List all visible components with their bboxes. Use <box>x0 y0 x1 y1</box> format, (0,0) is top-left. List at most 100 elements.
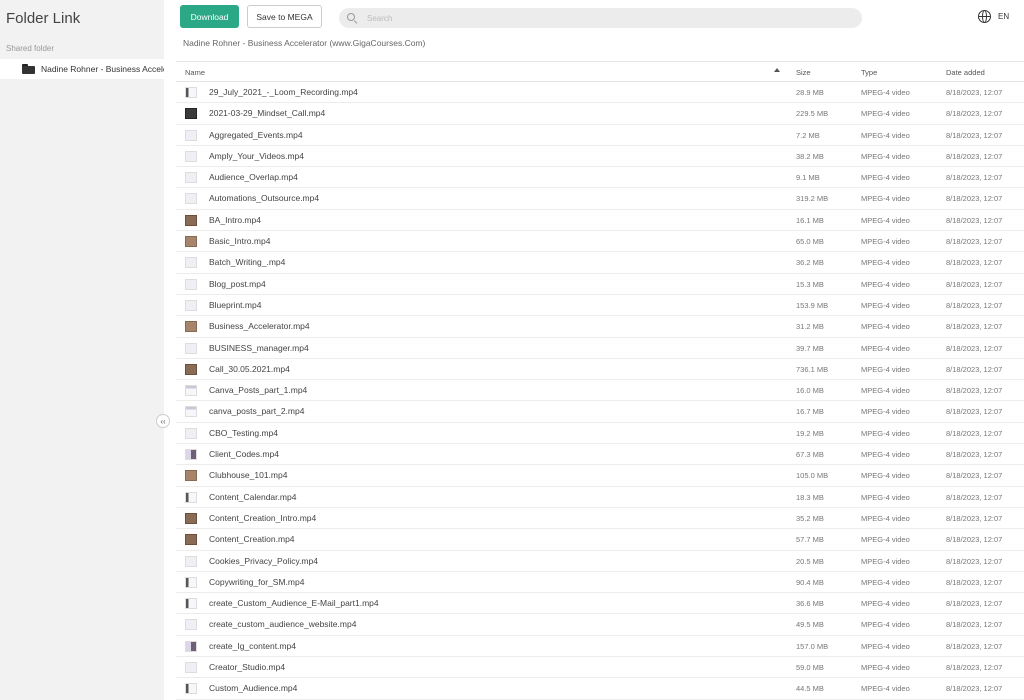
file-name: Aggregated_Events.mp4 <box>209 129 303 140</box>
video-thumbnail-icon <box>185 576 197 588</box>
video-thumbnail-icon <box>185 385 197 397</box>
table-row[interactable]: Audience_Overlap.mp4 9.1 MB MPEG-4 video 8/… <box>176 167 1024 189</box>
file-size: 44.5 MB <box>796 684 824 694</box>
sidebar-item-shared-folder[interactable]: Nadine Rohner - Business Accelerator (ww… <box>0 59 164 79</box>
table-row[interactable]: Batch_Writing_.mp4 36.2 MB MPEG-4 video 8/1… <box>176 252 1024 274</box>
video-thumbnail-icon <box>185 214 197 226</box>
file-size: 9.1 MB <box>796 173 820 183</box>
file-name: create_custom_audience_website.mp4 <box>209 619 357 630</box>
table-row[interactable]: Cookies_Privacy_Policy.mp4 20.5 MB MPEG-4 … <box>176 551 1024 572</box>
table-row[interactable]: Creator_Studio.mp4 59.0 MB MPEG-4 video 8/1… <box>176 657 1024 679</box>
file-date-added: 8/18/2023, 12:07 <box>946 109 1003 119</box>
file-size: 7.2 MB <box>796 130 820 140</box>
file-type: MPEG-4 video <box>861 88 910 97</box>
video-thumbnail-icon <box>185 619 197 631</box>
table-row[interactable]: Blueprint.mp4 153.9 MB MPEG-4 video 8/18/20… <box>176 295 1024 317</box>
search-bar[interactable] <box>339 8 862 28</box>
file-date-added: 8/18/2023, 12:07 <box>946 620 1003 630</box>
table-row[interactable]: Amply_Your_Videos.mp4 38.2 MB MPEG-4 video… <box>176 146 1024 168</box>
file-type: MPEG-4 video <box>861 450 910 460</box>
file-date-added: 8/18/2023, 12:07 <box>946 173 1003 183</box>
file-name: Clubhouse_101.mp4 <box>209 470 288 481</box>
column-header-size[interactable]: Size <box>796 68 811 77</box>
search-input[interactable] <box>367 13 827 23</box>
table-row[interactable]: Content_Calendar.mp4 18.3 MB MPEG-4 video 8… <box>176 487 1024 508</box>
table-row[interactable]: Canva_Posts_part_1.mp4 16.0 MB MPEG-4 vide… <box>176 380 1024 402</box>
table-row[interactable]: Copywriting_for_SM.mp4 90.4 MB MPEG-4 vide… <box>176 572 1024 594</box>
table-row[interactable]: create_custom_audience_website.mp4 49.5 M… <box>176 614 1024 636</box>
language-label: EN <box>998 12 1010 21</box>
table-row[interactable]: create_Custom_Audience_E-Mail_part1.mp4 3… <box>176 593 1024 615</box>
table-row[interactable]: Custom_Audience.mp4 44.5 MB MPEG-4 video 8/… <box>176 678 1024 700</box>
file-date-added: 8/18/2023, 12:07 <box>946 322 1003 332</box>
file-type: MPEG-4 video <box>861 620 910 630</box>
download-button[interactable]: Download <box>180 5 239 28</box>
sort-ascending-icon[interactable] <box>774 68 780 72</box>
file-name: create_Custom_Audience_E-Mail_part1.mp4 <box>209 598 379 609</box>
language-selector[interactable]: EN <box>978 10 1009 23</box>
file-date-added: 8/18/2023, 12:07 <box>946 88 1003 97</box>
video-thumbnail-icon <box>185 555 197 567</box>
file-date-added: 8/18/2023, 12:07 <box>946 577 1003 587</box>
file-name: 29_July_2021_-_Loom_Recording.mp4 <box>209 87 358 97</box>
table-row[interactable]: 2021-03-29_Mindset_Call.mp4 229.5 MB MPEG-… <box>176 103 1024 125</box>
video-thumbnail-icon <box>185 278 197 290</box>
column-header-date[interactable]: Date added <box>946 68 985 77</box>
table-row[interactable]: Call_30.05.2021.mp4 736.1 MB MPEG-4 video 8… <box>176 359 1024 381</box>
video-thumbnail-icon <box>185 193 197 205</box>
table-row[interactable]: Aggregated_Events.mp4 7.2 MB MPEG-4 video 8… <box>176 125 1024 146</box>
globe-icon <box>978 10 991 23</box>
table-row[interactable]: BUSINESS_manager.mp4 39.7 MB MPEG-4 video 8… <box>176 338 1024 359</box>
file-type: MPEG-4 video <box>861 535 910 545</box>
table-row[interactable]: BA_Intro.mp4 16.1 MB MPEG-4 video 8/18/2023… <box>176 210 1024 232</box>
table-row[interactable]: Client_Codes.mp4 67.3 MB MPEG-4 video 8/18/… <box>176 444 1024 466</box>
file-name: Client_Codes.mp4 <box>209 449 279 460</box>
video-thumbnail-icon <box>185 512 197 524</box>
file-name: Blog_post.mp4 <box>209 278 266 289</box>
file-size: 65.0 MB <box>796 237 824 247</box>
file-date-added: 8/18/2023, 12:07 <box>946 492 1003 502</box>
video-thumbnail-icon <box>185 683 197 695</box>
table-body: 29_July_2021_-_Loom_Recording.mp4 28.9 MB… <box>176 82 1024 700</box>
table-row[interactable]: Content_Creation_Intro.mp4 35.2 MB MPEG-4 … <box>176 508 1024 530</box>
file-type: MPEG-4 video <box>861 641 910 651</box>
file-size: 39.7 MB <box>796 343 824 353</box>
table-row[interactable]: Business_Accelerator.mp4 31.2 MB MPEG-4 vi… <box>176 316 1024 338</box>
save-to-mega-button[interactable]: Save to MEGA <box>247 5 322 28</box>
table-row[interactable]: Blog_post.mp4 15.3 MB MPEG-4 video 8/18/202… <box>176 274 1024 295</box>
file-date-added: 8/18/2023, 12:07 <box>946 386 1003 396</box>
file-date-added: 8/18/2023, 12:07 <box>946 151 1003 161</box>
video-thumbnail-icon <box>185 342 197 354</box>
table-row[interactable]: canva_posts_part_2.mp4 16.7 MB MPEG-4 vide… <box>176 401 1024 423</box>
file-name: Call_30.05.2021.mp4 <box>209 363 290 374</box>
table-row[interactable]: Clubhouse_101.mp4 105.0 MB MPEG-4 video 8/1… <box>176 465 1024 487</box>
file-size: 28.9 MB <box>796 88 824 97</box>
file-type: MPEG-4 video <box>861 173 910 183</box>
column-header-name[interactable]: Name <box>185 68 205 77</box>
file-name: Content_Calendar.mp4 <box>209 491 297 502</box>
file-type: MPEG-4 video <box>861 599 910 609</box>
table-row[interactable]: CBO_Testing.mp4 19.2 MB MPEG-4 video 8/18/2… <box>176 423 1024 445</box>
file-date-added: 8/18/2023, 12:07 <box>946 684 1003 694</box>
breadcrumb[interactable]: Nadine Rohner - Business Accelerator (ww… <box>183 38 425 48</box>
file-date-added: 8/18/2023, 12:07 <box>946 556 1003 566</box>
file-date-added: 8/18/2023, 12:07 <box>946 407 1003 417</box>
collapse-sidebar-button[interactable]: ‹‹ <box>156 414 170 428</box>
table-row[interactable]: 29_July_2021_-_Loom_Recording.mp4 28.9 MB… <box>176 82 1024 104</box>
video-thumbnail-icon <box>185 491 197 503</box>
table-row[interactable]: Content_Creation.mp4 57.7 MB MPEG-4 video 8… <box>176 529 1024 551</box>
file-date-added: 8/18/2023, 12:07 <box>946 428 1003 438</box>
file-type: MPEG-4 video <box>861 684 910 694</box>
table-row[interactable]: Automations_Outsource.mp4 319.2 MB MPEG-4 … <box>176 188 1024 210</box>
file-table: Name Size Type Date added 29_July_2021_-… <box>176 61 1024 700</box>
table-row[interactable]: create_Ig_content.mp4 157.0 MB MPEG-4 vide… <box>176 636 1024 658</box>
sidebar-section-label: Shared folder <box>6 44 55 53</box>
file-size: 59.0 MB <box>796 663 824 673</box>
file-date-added: 8/18/2023, 12:07 <box>946 450 1003 460</box>
file-name: Content_Creation_Intro.mp4 <box>209 512 317 523</box>
file-name: Batch_Writing_.mp4 <box>209 257 286 268</box>
column-header-type[interactable]: Type <box>861 68 877 77</box>
video-thumbnail-icon <box>185 470 197 482</box>
file-date-added: 8/18/2023, 12:07 <box>946 215 1003 225</box>
table-row[interactable]: Basic_Intro.mp4 65.0 MB MPEG-4 video 8/18/2… <box>176 231 1024 253</box>
